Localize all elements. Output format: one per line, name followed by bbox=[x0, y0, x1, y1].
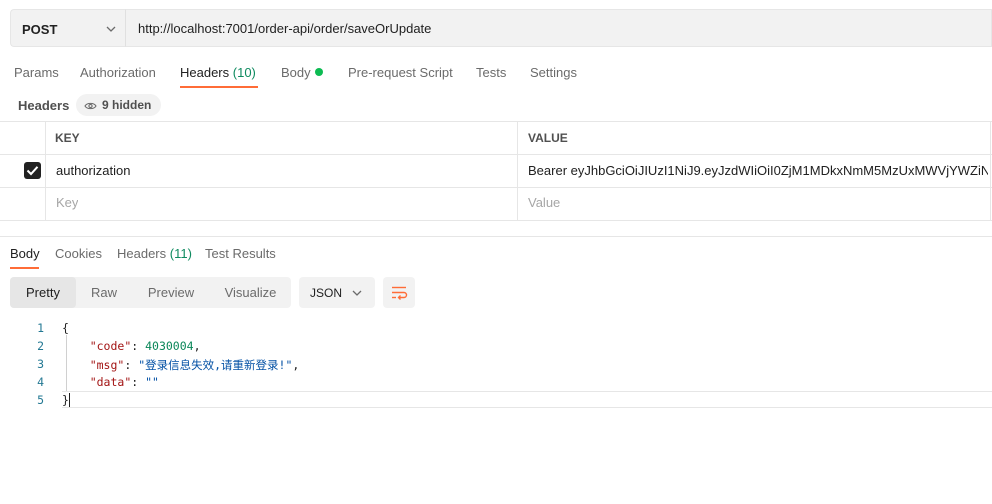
eye-icon bbox=[84, 102, 97, 110]
response-divider[interactable] bbox=[0, 236, 992, 237]
line-number: 4 bbox=[37, 375, 44, 389]
response-headers-count: (11) bbox=[169, 246, 192, 261]
text-cursor bbox=[68, 393, 70, 407]
response-tab-body[interactable]: Body bbox=[10, 246, 40, 261]
request-url-bar: POST http://localhost:7001/order-api/ord… bbox=[10, 9, 992, 49]
header-key-cell[interactable]: authorization bbox=[56, 163, 506, 178]
new-value-input[interactable]: Value bbox=[528, 195, 560, 210]
column-header-value: VALUE bbox=[528, 131, 568, 145]
tab-settings[interactable]: Settings bbox=[530, 65, 577, 80]
code-line-2: "code": 4030004, bbox=[89, 339, 201, 353]
active-tab-indicator bbox=[180, 86, 258, 88]
line-number: 5 bbox=[37, 393, 44, 407]
tab-authorization[interactable]: Authorization bbox=[80, 65, 156, 80]
tab-pre-request-script[interactable]: Pre-request Script bbox=[348, 65, 453, 80]
hidden-headers-label: 9 hidden bbox=[102, 98, 152, 112]
tab-headers[interactable]: Headers (10) bbox=[180, 65, 256, 80]
format-label: JSON bbox=[310, 286, 343, 300]
header-enabled-checkbox[interactable] bbox=[24, 162, 41, 179]
code-line-3: "msg": "登录信息失效,请重新登录!", bbox=[89, 358, 300, 372]
current-line-highlight bbox=[62, 391, 992, 408]
headers-section-title: Headers bbox=[18, 98, 70, 113]
wrap-lines-button[interactable] bbox=[383, 277, 415, 308]
chevron-down-icon bbox=[106, 26, 116, 32]
headers-count: (10) bbox=[232, 65, 256, 80]
new-key-input[interactable]: Key bbox=[56, 195, 78, 210]
tab-tests[interactable]: Tests bbox=[476, 65, 506, 80]
hidden-headers-toggle[interactable]: 9 hidden bbox=[76, 94, 162, 116]
line-number: 2 bbox=[37, 339, 44, 353]
code-line-5: } bbox=[62, 393, 70, 407]
active-response-tab-indicator bbox=[10, 267, 39, 269]
body-indicator-dot bbox=[314, 68, 323, 76]
method-select[interactable]: POST bbox=[10, 9, 125, 47]
view-mode-preview[interactable]: Preview bbox=[134, 277, 208, 308]
format-select[interactable]: JSON bbox=[299, 277, 375, 308]
tab-body[interactable]: Body bbox=[281, 65, 323, 80]
response-body-editor[interactable]: 1 2 3 4 5 { "code": 4030004, "msg": "登录信… bbox=[0, 318, 992, 418]
url-input[interactable]: http://localhost:7001/order-api/order/sa… bbox=[125, 9, 992, 47]
method-label: POST bbox=[22, 22, 58, 37]
response-tab-headers[interactable]: Headers (11) bbox=[117, 246, 192, 261]
header-value-cell[interactable]: Bearer eyJhbGciOiJIUzI1NiJ9.eyJzdWIiOiI0… bbox=[528, 163, 988, 178]
line-number: 1 bbox=[37, 321, 44, 335]
view-mode-group: Pretty Raw Preview Visualize bbox=[10, 277, 291, 308]
view-mode-visualize[interactable]: Visualize bbox=[210, 277, 291, 308]
view-mode-raw[interactable]: Raw bbox=[76, 277, 132, 308]
response-tab-cookies[interactable]: Cookies bbox=[55, 246, 102, 261]
checkmark-icon bbox=[26, 166, 39, 176]
tab-params[interactable]: Params bbox=[14, 65, 59, 80]
code-line-1: { bbox=[62, 321, 69, 335]
headers-table: KEY VALUE authorization Bearer eyJhbGciO… bbox=[0, 121, 992, 221]
response-tab-test-results[interactable]: Test Results bbox=[205, 246, 276, 261]
column-header-key: KEY bbox=[55, 131, 80, 145]
chevron-down-icon bbox=[352, 290, 362, 296]
code-line-4: "data": "" bbox=[89, 375, 159, 389]
view-mode-pretty[interactable]: Pretty bbox=[10, 277, 76, 308]
line-number: 3 bbox=[37, 357, 44, 371]
wrap-lines-icon bbox=[392, 286, 408, 300]
